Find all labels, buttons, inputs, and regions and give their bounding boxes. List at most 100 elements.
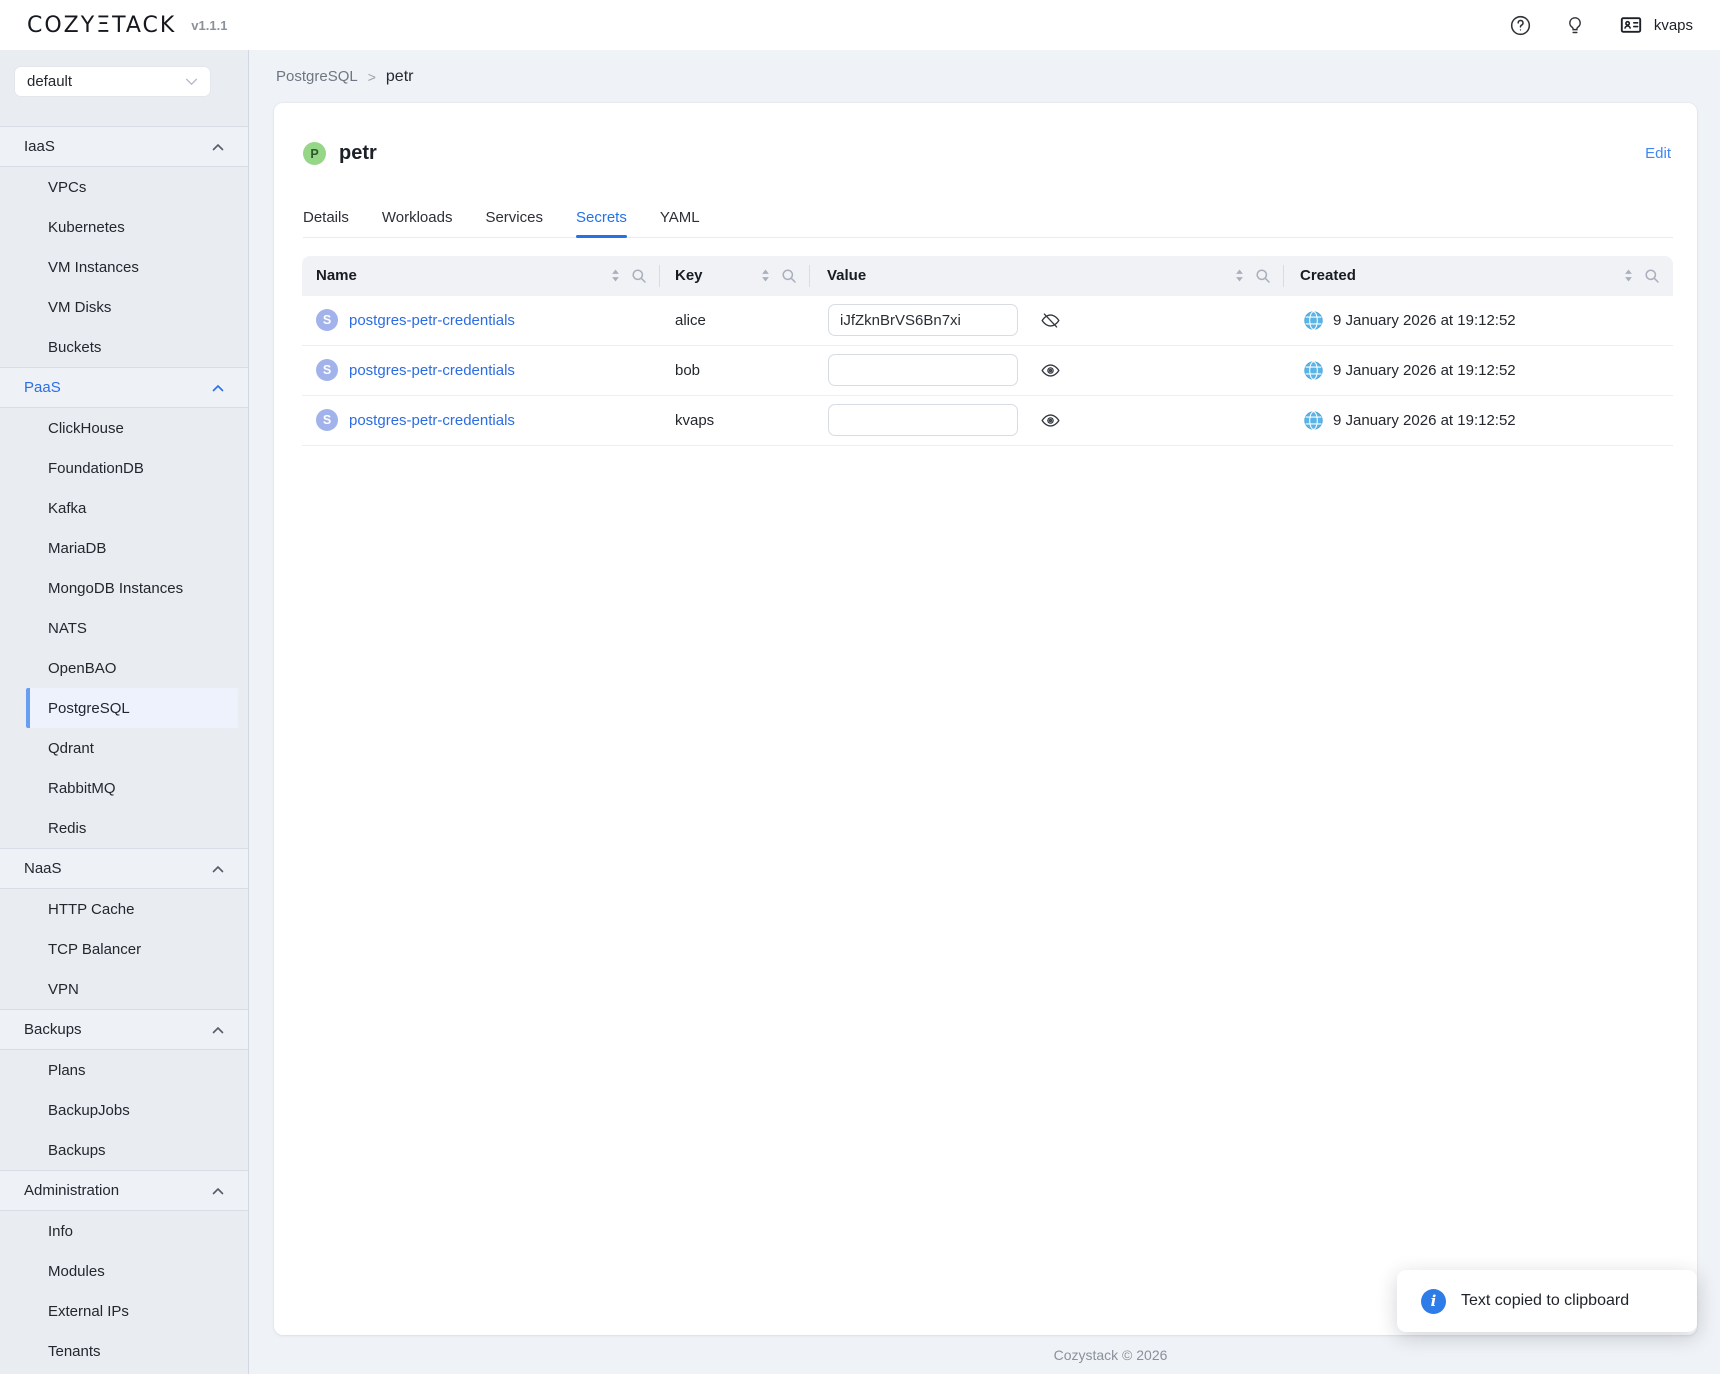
- column-search-button[interactable]: [1255, 268, 1271, 284]
- secret-key-cell: alice: [660, 312, 810, 329]
- secret-link[interactable]: postgres-petr-credentials: [349, 312, 515, 329]
- chevron-up-icon: [212, 1187, 224, 1195]
- topbar-actions: kvaps: [1509, 13, 1693, 37]
- sidebar-section-iaas[interactable]: IaaS: [0, 126, 248, 167]
- sidebar-item-foundationdb[interactable]: FoundationDB: [0, 448, 248, 488]
- secret-value-input[interactable]: [828, 304, 1018, 336]
- sidebar-item-clickhouse[interactable]: ClickHouse: [0, 408, 248, 448]
- sidebar-item-http-cache[interactable]: HTTP Cache: [0, 889, 248, 929]
- main-area: PostgreSQL > petr P petr Edit Details Wo…: [249, 50, 1720, 1374]
- created-cell: 9 January 2026 at 19:12:52: [1284, 360, 1673, 381]
- section-label: Administration: [24, 1182, 119, 1199]
- breadcrumb-postgresql[interactable]: PostgreSQL: [276, 68, 358, 85]
- secret-value-cell: [810, 404, 1284, 436]
- sidebar-item-tenants[interactable]: Tenants: [0, 1331, 248, 1371]
- column-search-button[interactable]: [631, 268, 647, 284]
- tab-details[interactable]: Details: [303, 209, 349, 238]
- sidebar-item-buckets[interactable]: Buckets: [0, 327, 248, 367]
- edit-button[interactable]: Edit: [1645, 145, 1671, 162]
- tab-secrets[interactable]: Secrets: [576, 209, 627, 238]
- help-button[interactable]: [1509, 14, 1532, 37]
- secret-key: kvaps: [675, 412, 714, 429]
- chevron-up-icon: [212, 1026, 224, 1034]
- id-badge-icon: [1618, 13, 1644, 37]
- sidebar-item-kubernetes[interactable]: Kubernetes: [0, 207, 248, 247]
- globe-icon: [1303, 360, 1324, 381]
- sidebar-item-postgresql[interactable]: PostgreSQL: [26, 688, 238, 728]
- search-icon: [781, 268, 797, 284]
- secret-badge: S: [316, 409, 338, 431]
- sidebar-item-label: MongoDB Instances: [48, 580, 183, 597]
- sort-button[interactable]: [759, 268, 772, 283]
- sidebar-item-backups[interactable]: Backups: [0, 1130, 248, 1170]
- sort-button[interactable]: [1233, 268, 1246, 283]
- table-row: S postgres-petr-credentials bob: [302, 346, 1673, 396]
- sidebar-item-label: Buckets: [48, 339, 101, 356]
- column-label: Key: [675, 267, 703, 284]
- sidebar-item-external-ips[interactable]: External IPs: [0, 1291, 248, 1331]
- sidebar-item-label: FoundationDB: [48, 460, 144, 477]
- column-search-button[interactable]: [781, 268, 797, 284]
- sidebar-item-label: Kubernetes: [48, 219, 125, 236]
- tenant-select[interactable]: default: [14, 66, 211, 97]
- page-footer: Cozystack © 2026: [249, 1335, 1720, 1374]
- secret-key-cell: bob: [660, 362, 810, 379]
- secret-link[interactable]: postgres-petr-credentials: [349, 362, 515, 379]
- sidebar-item-vpn[interactable]: VPN: [0, 969, 248, 1009]
- sidebar-item-openbao[interactable]: OpenBAO: [0, 648, 248, 688]
- sidebar-item-vm-instances[interactable]: VM Instances: [0, 247, 248, 287]
- sidebar-item-info[interactable]: Info: [0, 1211, 248, 1251]
- sidebar-section-paas[interactable]: PaaS: [0, 367, 248, 408]
- top-bar: COZYΞTACK v1.1.1: [0, 0, 1720, 50]
- sidebar-item-label: Info: [48, 1223, 73, 1240]
- sidebar-item-mongodb-instances[interactable]: MongoDB Instances: [0, 568, 248, 608]
- sidebar-item-label: HTTP Cache: [48, 901, 134, 918]
- sidebar-item-vm-disks[interactable]: VM Disks: [0, 287, 248, 327]
- sidebar-item-backupjobs[interactable]: BackupJobs: [0, 1090, 248, 1130]
- sidebar-item-mariadb[interactable]: MariaDB: [0, 528, 248, 568]
- sidebar-item-rabbitmq[interactable]: RabbitMQ: [0, 768, 248, 808]
- show-value-button[interactable]: [1040, 360, 1061, 381]
- sidebar-item-nats[interactable]: NATS: [0, 608, 248, 648]
- theme-toggle-button[interactable]: [1564, 14, 1586, 37]
- tab-services[interactable]: Services: [485, 209, 543, 238]
- sidebar-item-label: RabbitMQ: [48, 780, 116, 797]
- help-icon: [1509, 14, 1532, 37]
- page-title: petr: [339, 142, 377, 165]
- sidebar-item-redis[interactable]: Redis: [0, 808, 248, 848]
- sidebar-item-vpcs[interactable]: VPCs: [0, 167, 248, 207]
- column-label: Value: [827, 267, 866, 284]
- sidebar-item-kafka[interactable]: Kafka: [0, 488, 248, 528]
- sort-button[interactable]: [1622, 268, 1635, 283]
- hide-value-button[interactable]: [1040, 310, 1061, 331]
- column-label: Name: [316, 267, 357, 284]
- sort-button[interactable]: [609, 268, 622, 283]
- column-header-name: Name: [302, 256, 660, 296]
- app-layout: default IaaS VPCs Kubernetes VM Instance…: [0, 50, 1720, 1374]
- column-search-button[interactable]: [1644, 268, 1660, 284]
- sidebar-item-tcp-balancer[interactable]: TCP Balancer: [0, 929, 248, 969]
- show-value-button[interactable]: [1040, 410, 1061, 431]
- secret-value-input[interactable]: [828, 404, 1018, 436]
- sidebar-section-administration[interactable]: Administration: [0, 1170, 248, 1211]
- tab-workloads[interactable]: Workloads: [382, 209, 453, 238]
- secret-value-input[interactable]: [828, 354, 1018, 386]
- created-timestamp: 9 January 2026 at 19:12:52: [1333, 312, 1516, 329]
- sidebar-item-plans[interactable]: Plans: [0, 1050, 248, 1090]
- lightbulb-icon: [1564, 14, 1586, 37]
- app-version: v1.1.1: [191, 18, 227, 33]
- sidebar-item-qdrant[interactable]: Qdrant: [0, 728, 248, 768]
- sidebar-section-backups[interactable]: Backups: [0, 1009, 248, 1050]
- sidebar-item-modules[interactable]: Modules: [0, 1251, 248, 1291]
- secret-key: alice: [675, 312, 706, 329]
- tab-yaml[interactable]: YAML: [660, 209, 700, 238]
- table-header: Name Key: [302, 256, 1673, 296]
- eye-off-icon: [1040, 310, 1061, 331]
- sidebar-item-label: NATS: [48, 620, 87, 637]
- user-menu[interactable]: kvaps: [1618, 13, 1693, 37]
- secret-link[interactable]: postgres-petr-credentials: [349, 412, 515, 429]
- toast-message: Text copied to clipboard: [1461, 1292, 1629, 1310]
- created-timestamp: 9 January 2026 at 19:12:52: [1333, 362, 1516, 379]
- sidebar-section-naas[interactable]: NaaS: [0, 848, 248, 889]
- search-icon: [1255, 268, 1271, 284]
